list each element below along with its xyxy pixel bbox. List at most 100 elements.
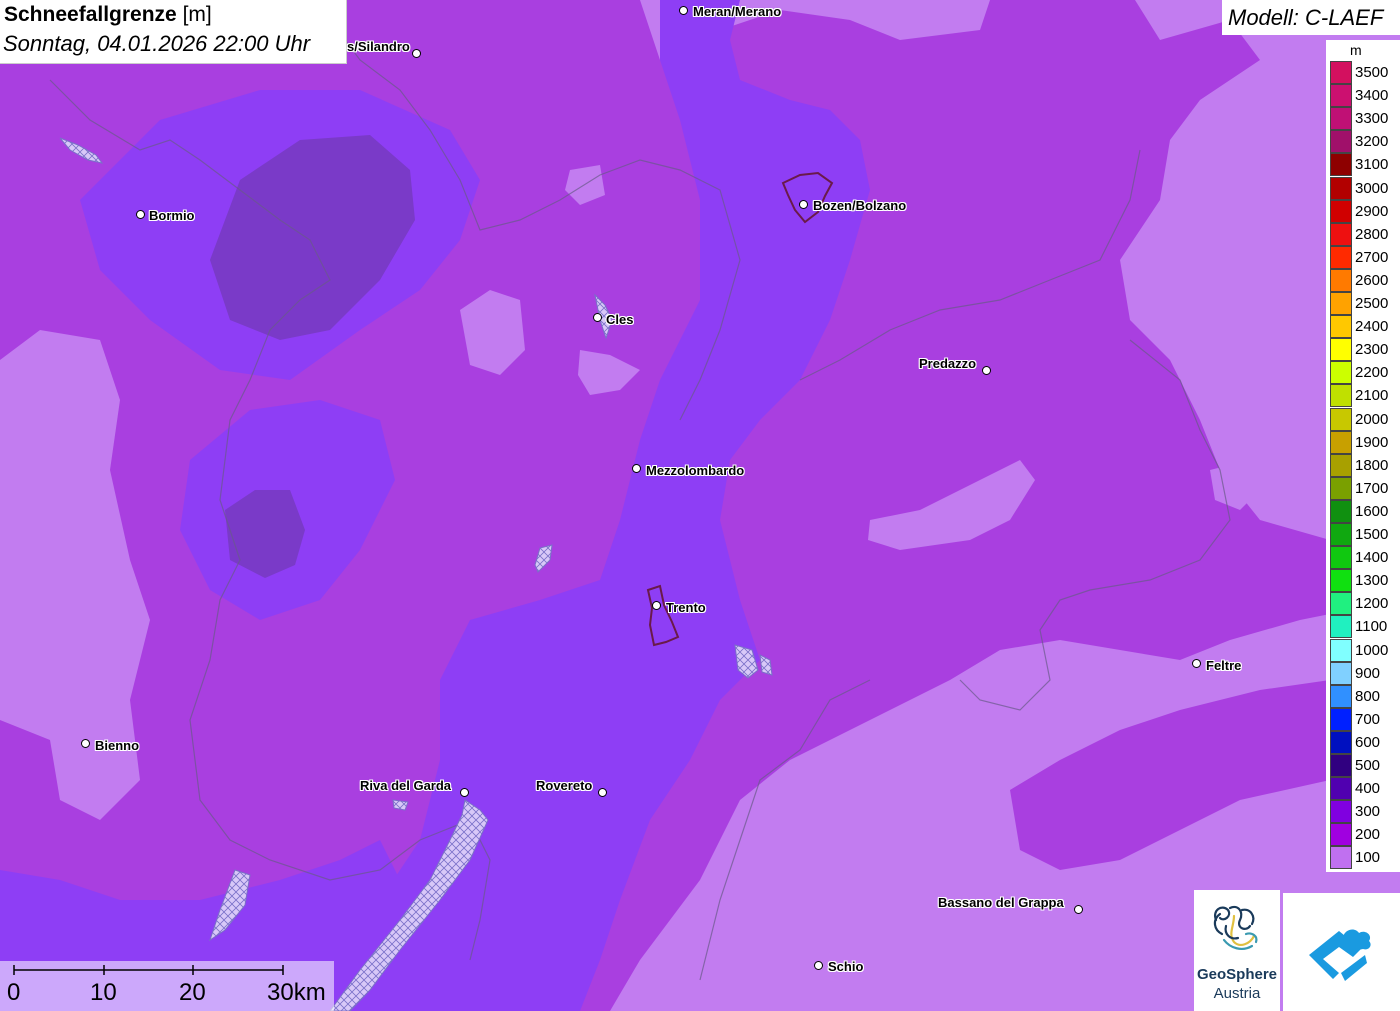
legend-swatch-1800 xyxy=(1330,453,1352,477)
city-dot-s-silandro xyxy=(412,49,421,58)
city-dot-bormio xyxy=(136,210,145,219)
legend-label-2800: 2800 xyxy=(1355,225,1389,243)
geosphere-logo[interactable]: GeoSphere Austria xyxy=(1194,890,1280,1011)
legend-swatch-1100 xyxy=(1330,615,1352,639)
geosphere-logo-subtext: Austria xyxy=(1213,985,1261,1002)
legend-swatch-3200 xyxy=(1330,130,1352,154)
legend-label-1100: 1100 xyxy=(1355,618,1388,636)
legend-label-700: 700 xyxy=(1355,710,1381,728)
city-label-bienno: Bienno xyxy=(95,738,140,753)
legend-swatch-2900 xyxy=(1330,199,1352,223)
legend-swatch-400 xyxy=(1330,777,1352,801)
legend-swatch-2400 xyxy=(1330,315,1352,339)
legend-label-2600: 2600 xyxy=(1355,271,1389,289)
city-dot-riva-del-garda xyxy=(460,788,469,797)
legend-label-1000: 1000 xyxy=(1355,641,1389,659)
legend-swatch-2000 xyxy=(1330,407,1352,431)
legend-swatch-1000 xyxy=(1330,638,1352,662)
legend-label-3200: 3200 xyxy=(1355,133,1389,151)
geosphere-icon xyxy=(1213,905,1258,950)
legend-label-2700: 2700 xyxy=(1355,248,1389,266)
city-label-schio: Schio xyxy=(828,959,864,974)
legend-label-2900: 2900 xyxy=(1355,202,1389,220)
legend-label-1200: 1200 xyxy=(1355,595,1389,613)
map-title-panel: Schneefallgrenze [m] Sonntag, 04.01.2026… xyxy=(0,0,347,64)
legend-swatch-3300 xyxy=(1330,107,1352,131)
city-label-feltre: Feltre xyxy=(1206,658,1242,673)
city-label-riva-del-garda: Riva del Garda xyxy=(360,778,452,793)
city-label-mezzolombardo: Mezzolombardo xyxy=(646,463,745,478)
legend-label-3500: 3500 xyxy=(1355,64,1389,81)
city-label-cles: Cles xyxy=(606,312,634,327)
legend-swatch-300 xyxy=(1330,800,1352,824)
legend-label-2000: 2000 xyxy=(1355,410,1389,428)
legend-label-1600: 1600 xyxy=(1355,502,1389,520)
legend-swatch-1900 xyxy=(1330,430,1352,454)
color-legend: m 3500 3400 3300 3200 3100 3000 2900 2800 2700 26… xyxy=(1326,40,1400,872)
model-label: Modell: C-LAEF xyxy=(1228,5,1384,30)
legend-unit: m xyxy=(1350,42,1362,58)
legend-swatch-600 xyxy=(1330,730,1352,754)
city-dot-meran-merano xyxy=(679,6,688,15)
city-label-trento: Trento xyxy=(666,600,706,615)
legend-swatch-2300 xyxy=(1330,338,1352,362)
legend-label-2200: 2200 xyxy=(1355,364,1389,382)
legend-swatch-500 xyxy=(1330,754,1352,777)
legend-swatch-1600 xyxy=(1330,499,1352,523)
legend-label-1800: 1800 xyxy=(1355,456,1389,474)
legend-label-1700: 1700 xyxy=(1355,479,1389,497)
legend-label-100: 100 xyxy=(1355,849,1381,867)
legend-label-800: 800 xyxy=(1355,687,1381,705)
model-panel: Modell: C-LAEF xyxy=(1222,0,1400,35)
legend-label-300: 300 xyxy=(1355,803,1381,821)
weather-app-logo[interactable] xyxy=(1283,893,1400,1011)
scale-label-20: 20 xyxy=(179,979,206,1006)
geosphere-logo-text: GeoSphere xyxy=(1196,966,1278,983)
scale-label-30km: 30km xyxy=(267,979,326,1006)
legend-label-2100: 2100 xyxy=(1355,387,1389,405)
legend-label-400: 400 xyxy=(1355,780,1381,798)
legend-label-3300: 3300 xyxy=(1355,110,1389,128)
city-label-bormio: Bormio xyxy=(149,208,195,223)
city-dot-bienno xyxy=(81,739,90,748)
legend-swatch-2200 xyxy=(1330,361,1352,385)
city-dot-bassano-del-grappa xyxy=(1074,905,1083,914)
city-label-meran-merano: Meran/Merano xyxy=(693,4,782,19)
legend-label-900: 900 xyxy=(1355,664,1381,682)
city-label-s-silandro: s/Silandro xyxy=(347,39,410,54)
city-label-bozen-bolzano: Bozen/Bolzano xyxy=(813,198,907,213)
legend-swatch-700 xyxy=(1330,707,1352,731)
city-dot-feltre xyxy=(1192,659,1201,668)
legend-label-1400: 1400 xyxy=(1355,549,1389,567)
cloud-arrow-icon xyxy=(1309,929,1371,981)
legend-label-600: 600 xyxy=(1355,733,1381,751)
legend-swatch-800 xyxy=(1330,684,1352,708)
snowfall-line-map[interactable] xyxy=(0,0,1400,1011)
scale-label-10: 10 xyxy=(90,979,117,1006)
legend-label-3400: 3400 xyxy=(1355,87,1389,105)
legend-label-2500: 2500 xyxy=(1355,295,1389,312)
legend-swatch-1500 xyxy=(1330,523,1352,546)
legend-label-1900: 1900 xyxy=(1355,433,1389,451)
legend-swatch-2700 xyxy=(1330,245,1352,269)
city-dot-cles xyxy=(593,313,602,322)
city-dot-rovereto xyxy=(598,788,607,797)
scale-label-0: 0 xyxy=(7,979,21,1006)
city-dot-schio xyxy=(814,961,823,970)
legend-swatch-1700 xyxy=(1330,476,1352,500)
map-datetime: Sonntag, 04.01.2026 22:00 Uhr xyxy=(3,31,311,56)
legend-label-1500: 1500 xyxy=(1355,526,1389,543)
legend-label-3100: 3100 xyxy=(1355,156,1389,174)
legend-swatch-3000 xyxy=(1330,176,1352,200)
city-dot-mezzolombardo xyxy=(632,464,641,473)
city-dot-predazzo xyxy=(982,366,991,375)
legend-swatch-3100 xyxy=(1330,153,1352,177)
legend-swatch-3500 xyxy=(1330,61,1352,84)
legend-swatch-2100 xyxy=(1330,384,1352,408)
map-title: Schneefallgrenze [m] xyxy=(4,3,212,26)
legend-swatch-2600 xyxy=(1330,268,1352,292)
legend-swatch-900 xyxy=(1330,661,1352,685)
map-title-unit: [m] xyxy=(182,3,212,26)
legend-swatch-200 xyxy=(1330,823,1352,847)
legend-swatch-2800 xyxy=(1330,222,1352,246)
